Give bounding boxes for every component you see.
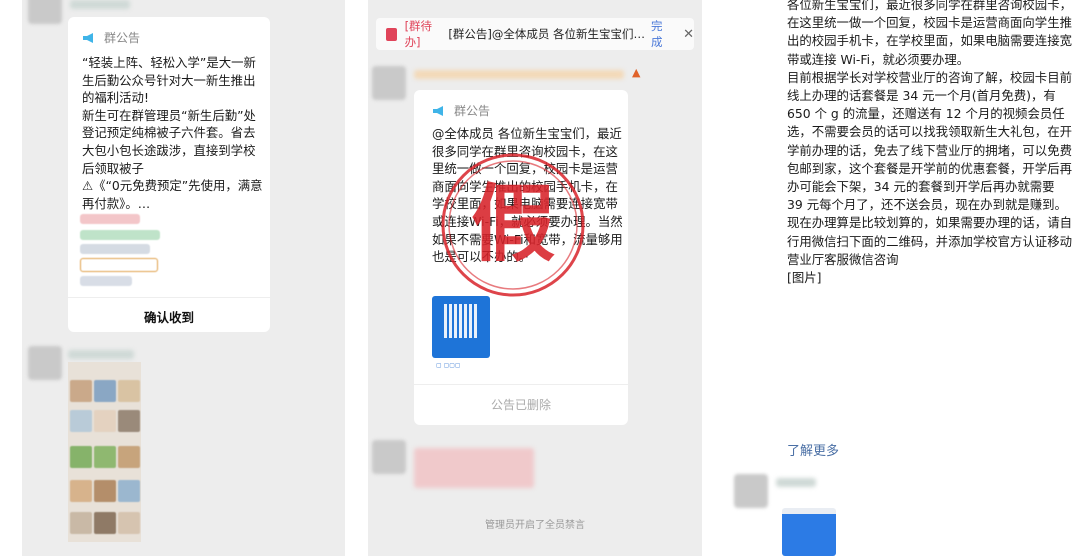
group-announcement-card[interactable]: 群公告 @全体成员 各位新生宝宝们，最近很多同学在群里咨询校园卡，在这里统一做一… xyxy=(414,90,628,425)
photo-tile xyxy=(94,410,116,432)
system-mute-notice: 管理员开启了全员禁言 xyxy=(485,520,585,531)
photo-tile xyxy=(118,410,140,432)
megaphone-icon xyxy=(433,105,443,116)
announcement-title: 群公告 xyxy=(104,31,141,45)
qr-caption: ▢ ▢▢▢ xyxy=(436,362,461,369)
article-body: 各位新生宝宝们，最近很多同学在群里咨询校园卡，在这里统一做一个回复，校园卡是运营… xyxy=(787,0,1072,286)
done-button[interactable]: 完成 xyxy=(651,18,673,50)
photo-tile xyxy=(94,480,116,502)
qr-code-image[interactable] xyxy=(432,296,490,358)
todo-clip-icon xyxy=(386,27,397,41)
announcement-image-preview xyxy=(80,212,175,292)
chat-screenshot-middle: [群待办] [群公告]@全体成员 各位新生宝宝们… 完成 ✕ ▲ 群公告 @全体… xyxy=(368,0,702,556)
learn-more-link[interactable]: 了解更多 xyxy=(787,440,839,459)
sender-name xyxy=(414,70,624,79)
photo-tile xyxy=(70,446,92,468)
group-announcement-card[interactable]: 群公告 “轻装上阵、轻松入学”是大一新生后勤公众号针对大一新生推出的福利活动! … xyxy=(68,17,270,332)
fire-icon: ▲ xyxy=(632,66,641,79)
chat-screenshot-left: 群公告 “轻装上阵、轻松入学”是大一新生后勤公众号针对大一新生推出的福利活动! … xyxy=(22,0,345,556)
photo-tile xyxy=(70,512,92,534)
announcement-text: @全体成员 各位新生宝宝们，最近很多同学在群里咨询校园卡，在这里统一做一个回复，… xyxy=(432,126,623,265)
announcement-header: 群公告 xyxy=(82,29,140,46)
sender-avatar[interactable] xyxy=(372,440,406,474)
qr-pattern xyxy=(444,304,478,338)
photo-tile xyxy=(118,512,140,534)
preview-row xyxy=(80,244,150,254)
photo-tile xyxy=(118,380,140,402)
photo-tile xyxy=(70,410,92,432)
announcement-text: “轻装上阵、轻松入学”是大一新生后勤公众号针对大一新生推出的福利活动! 新生可在… xyxy=(82,55,263,211)
sender-avatar[interactable] xyxy=(734,474,768,508)
preview-row xyxy=(80,230,160,240)
preview-row xyxy=(80,214,140,224)
sender-avatar[interactable] xyxy=(28,346,62,380)
preview-row-highlighted xyxy=(80,258,158,272)
blurred-message xyxy=(414,448,534,488)
group-todo-banner[interactable]: [群待办] [群公告]@全体成员 各位新生宝宝们… 完成 ✕ xyxy=(376,18,694,50)
photo-tile xyxy=(94,512,116,534)
photo-tile xyxy=(70,380,92,402)
sender-name xyxy=(776,478,816,487)
article-screenshot-right: 各位新生宝宝们，最近很多同学在群里咨询校园卡，在这里统一做一个回复，校园卡是运营… xyxy=(720,0,1075,556)
photo-tile xyxy=(94,446,116,468)
sender-name xyxy=(70,0,130,9)
photo-tile xyxy=(94,380,116,402)
photo-tile xyxy=(118,446,140,468)
preview-row xyxy=(80,276,132,286)
announcement-deleted-label: 公告已删除 xyxy=(490,398,551,412)
megaphone-icon xyxy=(83,32,93,43)
product-photo-collage[interactable] xyxy=(68,362,141,542)
card-divider xyxy=(414,384,628,385)
announcement-title: 群公告 xyxy=(454,104,491,118)
close-icon[interactable]: ✕ xyxy=(683,27,694,42)
photo-tile xyxy=(118,480,140,502)
photo-tile xyxy=(70,480,92,502)
confirm-received-button[interactable]: 确认收到 xyxy=(68,307,270,326)
announcement-header: 群公告 xyxy=(432,102,490,119)
sender-avatar[interactable] xyxy=(28,0,62,24)
sender-avatar[interactable] xyxy=(372,66,406,100)
todo-text: [群公告]@全体成员 各位新生宝宝们… xyxy=(448,27,645,41)
sender-name xyxy=(68,350,134,359)
qr-thumbnail-fill xyxy=(782,514,836,556)
todo-tag: [群待办] xyxy=(404,19,433,49)
qr-code-thumbnail[interactable] xyxy=(782,508,836,556)
card-divider xyxy=(68,297,270,298)
